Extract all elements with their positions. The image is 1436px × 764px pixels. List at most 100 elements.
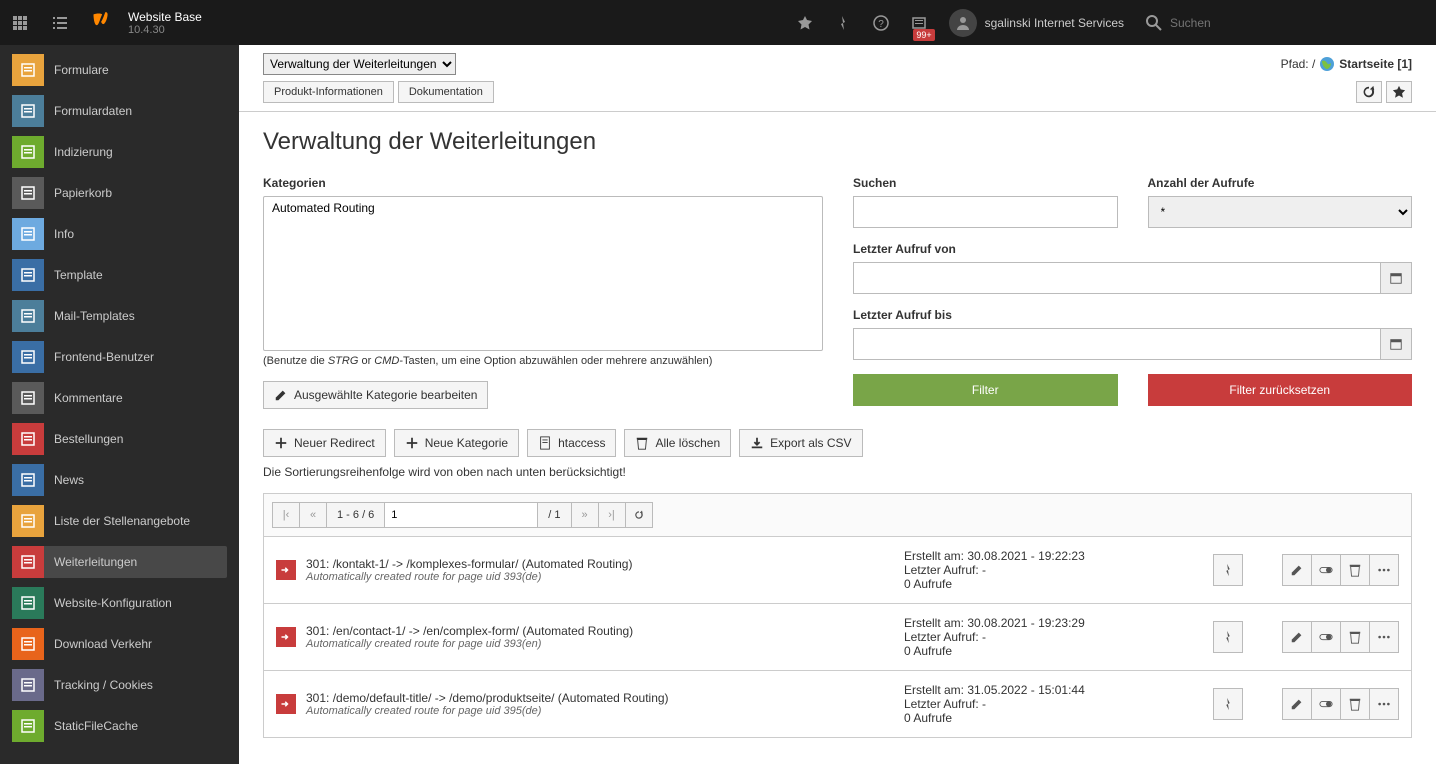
sidebar-item-info[interactable]: Info — [12, 218, 227, 250]
calendar-icon[interactable] — [1380, 262, 1412, 294]
sidebar-item-formulare[interactable]: Formulare — [12, 54, 227, 86]
sidebar: Formulare Formulardaten Indizierung Papierk… — [0, 45, 239, 764]
toggle-button[interactable] — [1311, 554, 1341, 586]
sidebar-item-label: Info — [44, 227, 74, 241]
search-block[interactable] — [1136, 15, 1436, 31]
toggle-button[interactable] — [1311, 621, 1341, 653]
delete-button[interactable] — [1340, 554, 1370, 586]
list-icon[interactable] — [40, 0, 80, 45]
row-meta: Erstellt am: 30.08.2021 - 19:23:29Letzte… — [904, 616, 1204, 658]
reset-filter-button[interactable]: Filter zurücksetzen — [1148, 374, 1413, 406]
sidebar-item-news[interactable]: News — [12, 464, 227, 496]
pager-prev[interactable]: « — [299, 502, 327, 528]
export-csv-button[interactable]: Export als CSV — [739, 429, 862, 457]
sidebar-item-template[interactable]: Template — [12, 259, 227, 291]
new-category-button[interactable]: Neue Kategorie — [394, 429, 519, 457]
pager-refresh[interactable] — [625, 502, 653, 528]
htaccess-button[interactable]: htaccess — [527, 429, 616, 457]
module-select[interactable]: Verwaltung der Weiterleitungen — [263, 53, 456, 75]
topbar-left: Website Base 10.4.30 — [0, 0, 202, 45]
pager-range: 1 - 6 / 6 — [326, 502, 385, 528]
sidebar-item-frontend-benutzer[interactable]: Frontend-Benutzer — [12, 341, 227, 373]
sidebar-item-weiterleitungen[interactable]: Weiterleitungen — [12, 546, 227, 578]
categories-hint: (Benutze die STRG or CMD-Tasten, um eine… — [263, 355, 823, 367]
edit-button[interactable] — [1282, 554, 1312, 586]
star-icon[interactable] — [787, 0, 823, 45]
edit-button[interactable] — [1282, 688, 1312, 720]
bolt-button[interactable] — [1213, 554, 1243, 586]
help-icon[interactable]: ? — [863, 0, 899, 45]
calendar-icon[interactable] — [1380, 328, 1412, 360]
module-icon — [12, 423, 44, 455]
delete-button[interactable] — [1340, 621, 1370, 653]
edit-button[interactable] — [1282, 621, 1312, 653]
sidebar-item-label: News — [44, 473, 84, 487]
apps-icon[interactable] — [0, 0, 40, 45]
sidebar-item-indizierung[interactable]: Indizierung — [12, 136, 227, 168]
more-button[interactable] — [1369, 688, 1399, 720]
filter-button[interactable]: Filter — [853, 374, 1118, 406]
bolt-button[interactable] — [1213, 621, 1243, 653]
sidebar-item-papierkorb[interactable]: Papierkorb — [12, 177, 227, 209]
pager-page-input[interactable] — [384, 502, 538, 528]
more-button[interactable] — [1369, 554, 1399, 586]
pager-first[interactable]: |‹ — [272, 502, 300, 528]
sidebar-item-label: Bestellungen — [44, 432, 123, 446]
sidebar-item-label: Website-Konfiguration — [44, 596, 172, 610]
row-meta: Erstellt am: 31.05.2022 - 15:01:44Letzte… — [904, 683, 1204, 725]
last-from-input[interactable] — [853, 262, 1380, 294]
delete-button[interactable] — [1340, 688, 1370, 720]
edit-category-button[interactable]: Ausgewählte Kategorie bearbeiten — [263, 381, 488, 409]
new-redirect-button[interactable]: Neuer Redirect — [263, 429, 386, 457]
doc-tab[interactable]: Produkt-Informationen — [263, 81, 394, 103]
search-filter-input[interactable] — [853, 196, 1118, 228]
last-to-label: Letzter Aufruf bis — [853, 308, 1412, 322]
categories-select[interactable]: Automated Routing — [263, 196, 823, 351]
sidebar-item-label: StaticFileCache — [44, 719, 138, 733]
sidebar-item-label: Tracking / Cookies — [44, 678, 153, 692]
pager-next[interactable]: » — [571, 502, 599, 528]
sidebar-item-bestellungen[interactable]: Bestellungen — [12, 423, 227, 455]
module-icon — [12, 382, 44, 414]
module-icon — [12, 464, 44, 496]
toggle-button[interactable] — [1311, 688, 1341, 720]
doc-tab[interactable]: Dokumentation — [398, 81, 494, 103]
module-icon — [12, 300, 44, 332]
notifications-icon[interactable]: 99+ — [901, 0, 937, 45]
row-meta: Erstellt am: 30.08.2021 - 19:22:23Letzte… — [904, 549, 1204, 591]
categories-label: Kategorien — [263, 176, 823, 190]
sidebar-item-label: Weiterleitungen — [44, 555, 137, 569]
hits-select[interactable]: * — [1148, 196, 1413, 228]
sidebar-item-label: Kommentare — [44, 391, 123, 405]
module-icon — [12, 628, 44, 660]
sidebar-item-liste-der-stellenangebote[interactable]: Liste der Stellenangebote — [12, 505, 227, 537]
svg-text:?: ? — [878, 19, 884, 30]
module-icon — [12, 505, 44, 537]
row-title: 301: /en/contact-1/ -> /en/complex-form/… — [306, 624, 904, 638]
delete-all-button[interactable]: Alle löschen — [624, 429, 731, 457]
more-button[interactable] — [1369, 621, 1399, 653]
search-icon — [1146, 15, 1162, 31]
refresh-button[interactable] — [1356, 81, 1382, 103]
cache-icon[interactable] — [825, 0, 861, 45]
last-to-input[interactable] — [853, 328, 1380, 360]
pager-last[interactable]: ›| — [598, 502, 626, 528]
row-subtitle: Automatically created route for page uid… — [306, 638, 904, 650]
globe-icon — [1319, 56, 1335, 72]
pager-total: / 1 — [537, 502, 571, 528]
sidebar-item-staticfilecache[interactable]: StaticFileCache — [12, 710, 227, 742]
sidebar-item-label: Indizierung — [44, 145, 113, 159]
sidebar-item-website-konfiguration[interactable]: Website-Konfiguration — [12, 587, 227, 619]
sidebar-item-tracking-cookies[interactable]: Tracking / Cookies — [12, 669, 227, 701]
sidebar-item-label: Frontend-Benutzer — [44, 350, 154, 364]
search-input[interactable] — [1170, 16, 1410, 30]
user-menu[interactable]: sgalinski Internet Services — [939, 9, 1134, 37]
sidebar-item-formulardaten[interactable]: Formulardaten — [12, 95, 227, 127]
sidebar-item-mail-templates[interactable]: Mail-Templates — [12, 300, 227, 332]
breadcrumb: Pfad: / Startseite [1] — [1281, 56, 1412, 72]
bookmark-button[interactable] — [1386, 81, 1412, 103]
sidebar-item-download-verkehr[interactable]: Download Verkehr — [12, 628, 227, 660]
sidebar-item-kommentare[interactable]: Kommentare — [12, 382, 227, 414]
bolt-button[interactable] — [1213, 688, 1243, 720]
filter-panel: Kategorien Automated Routing (Benutze di… — [263, 176, 1412, 409]
